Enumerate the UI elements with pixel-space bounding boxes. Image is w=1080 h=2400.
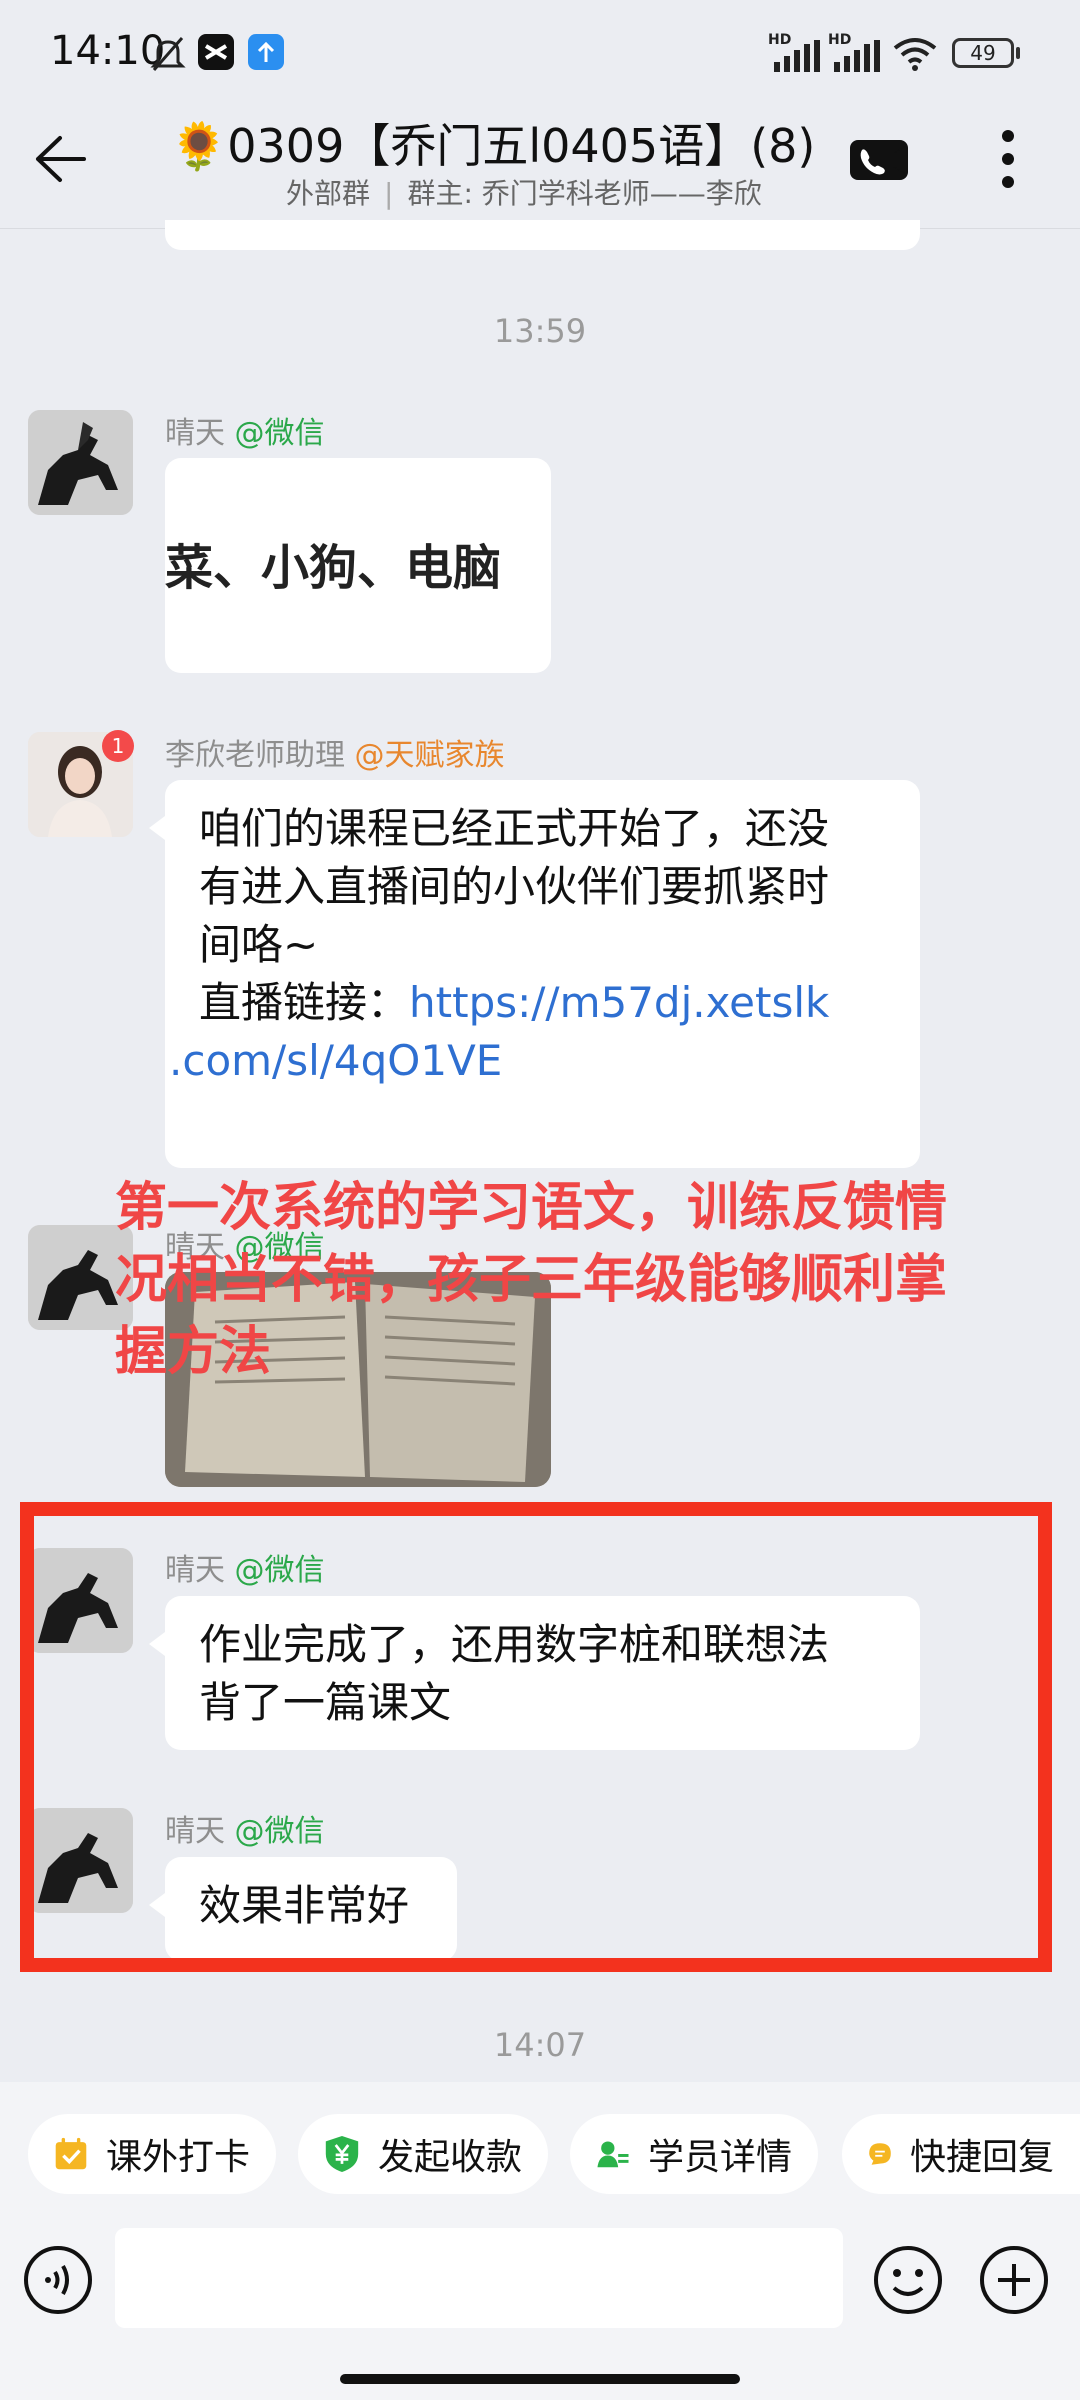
avatar[interactable]	[28, 410, 133, 515]
message-input[interactable]	[115, 2228, 843, 2328]
sender-tag: @微信	[234, 416, 325, 451]
sender-name: 李欣老师助理 @天赋家族	[165, 730, 505, 774]
voice-icon[interactable]	[22, 2244, 94, 2316]
unread-badge: 1	[102, 730, 134, 762]
plus-icon[interactable]	[978, 2244, 1050, 2316]
live-link[interactable]: https://m57dj.xetslk	[409, 978, 829, 1027]
previous-message-bubble	[165, 220, 920, 250]
message-line: 有进入直播间的小伙伴们要抓紧时	[199, 862, 830, 911]
overlay-caption-line: 第一次系统的学习语文，训练反馈情	[115, 1178, 948, 1238]
emoji-icon[interactable]	[872, 2244, 944, 2316]
link-label: 直播链接：	[199, 978, 410, 1027]
sender-nickname: 晴天	[165, 416, 225, 451]
quick-action-label: 快捷回复	[909, 2137, 1054, 2178]
group-title[interactable]: 🌻0309【乔门五l0405语】(8)	[170, 110, 815, 176]
overlay-caption-line: 况相当不错，孩子三年级能够顺利掌	[115, 1250, 948, 1310]
external-group-label: 外部群	[286, 177, 371, 210]
live-link-continued[interactable]: .com/sl/4qO1VE	[169, 1032, 886, 1090]
quick-action-label: 发起收款	[377, 2137, 522, 2178]
chat-timestamp: 13:59	[493, 312, 587, 350]
chat-timestamp: 14:07	[493, 2026, 587, 2064]
battery-icon: 49	[952, 38, 1014, 68]
home-indicator[interactable]	[340, 2374, 740, 2384]
user-card-icon	[597, 2141, 629, 2168]
image-message[interactable]: 菜、小狗、电脑	[165, 458, 551, 673]
capcut-icon	[198, 34, 234, 70]
horse-rider-avatar-image	[28, 410, 133, 515]
quick-action-student-details[interactable]: 学员详情	[570, 2114, 818, 2194]
overlay-caption-line: 握方法	[115, 1322, 272, 1382]
yuan-shield-icon	[325, 2136, 359, 2172]
calendar-check-icon	[55, 2137, 87, 2170]
upload-arrow-icon	[248, 34, 284, 70]
signal-2-icon	[834, 40, 880, 72]
image-message-text: 菜、小狗、电脑	[165, 540, 502, 596]
overlay-caption: 第一次系统的学习语文，训练反馈情 况相当不错，孩子三年级能够顺利掌 握方法	[115, 1172, 1005, 1388]
group-subtitle: 外部群 | 群主: 乔门学科老师——李欣	[286, 172, 762, 212]
message-line: 间咯~	[199, 920, 319, 969]
back-arrow-icon[interactable]	[34, 134, 90, 184]
quick-action-collect-payment[interactable]: 发起收款	[298, 2114, 548, 2194]
quick-reply-icon	[869, 2143, 891, 2165]
quick-action-checkin[interactable]: 课外打卡	[28, 2114, 276, 2194]
wifi-icon	[893, 38, 937, 71]
more-vertical-icon[interactable]	[996, 126, 1020, 192]
battery-tip	[1016, 47, 1020, 59]
red-highlight-box	[20, 1502, 1052, 1972]
signal-icon	[774, 40, 820, 72]
mute-bell-icon	[150, 37, 186, 71]
video-call-cam	[874, 146, 884, 156]
sender-tag: @天赋家族	[354, 738, 505, 773]
quick-action-label: 课外打卡	[105, 2137, 250, 2178]
text-message-bubble[interactable]: 咱们的课程已经正式开始了，还没 有进入直播间的小伙伴们要抓紧时 间咯~ 直播链接…	[149, 780, 920, 1168]
subtitle-separator: |	[384, 177, 394, 210]
group-owner-label: 群主: 乔门学科老师——李欣	[407, 177, 762, 210]
sender-name: 晴天 @微信	[165, 408, 325, 452]
quick-action-label: 学员详情	[647, 2137, 792, 2178]
sender-nickname: 李欣老师助理	[165, 738, 345, 773]
link-line: 直播链接：https://m57dj.xetslk	[199, 974, 886, 1032]
message-text: 咱们的课程已经正式开始了，还没 有进入直播间的小伙伴们要抓紧时 间咯~ 直播链接…	[165, 780, 920, 1110]
quick-action-quick-reply[interactable]: 快捷回复	[842, 2114, 1080, 2194]
message-line: 咱们的课程已经正式开始了，还没	[199, 804, 830, 853]
